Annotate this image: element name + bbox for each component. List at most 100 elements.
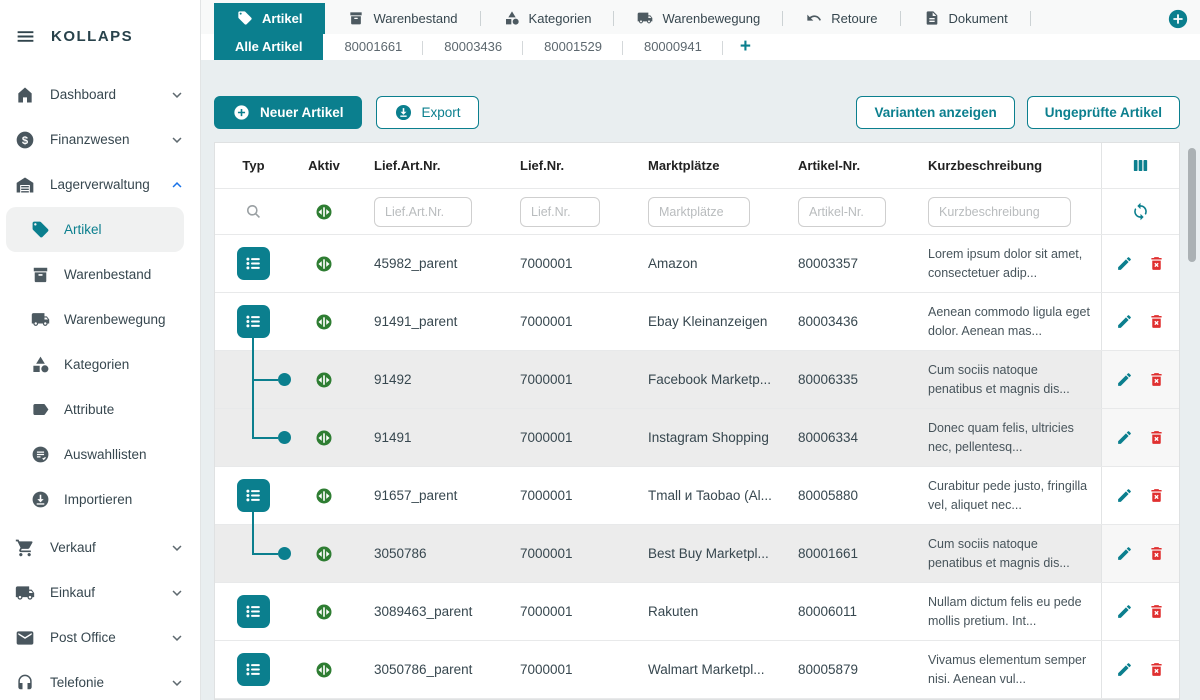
- lief-art-nr-cell: 3050786: [356, 525, 502, 582]
- sidebar-item-warenbestand[interactable]: Warenbestand: [0, 252, 200, 297]
- tab-retoure[interactable]: Retoure: [783, 3, 900, 34]
- col-header-lief-art-nr[interactable]: Lief.Art.Nr.: [356, 143, 502, 188]
- delete-icon[interactable]: [1148, 429, 1165, 446]
- tree-node-dot: [278, 431, 291, 444]
- sidebar-item-attribute[interactable]: Attribute: [0, 387, 200, 432]
- sidebar-item-verkauf[interactable]: Verkauf: [0, 525, 200, 570]
- sidebar: KOLLAPS Dashboard Finanzwesen Lagerverwa…: [0, 0, 201, 700]
- edit-icon[interactable]: [1116, 429, 1133, 446]
- filter-artikel-nr-input[interactable]: [798, 197, 886, 227]
- chevron-down-icon: [168, 584, 186, 602]
- lief-nr-cell: 7000001: [502, 293, 630, 350]
- delete-icon[interactable]: [1148, 603, 1165, 620]
- sidebar-item-telefonie[interactable]: Telefonie: [0, 660, 200, 700]
- chevron-up-icon: [168, 176, 186, 194]
- sidebar-item-warenbewegung[interactable]: Warenbewegung: [0, 297, 200, 342]
- chevron-down-icon: [168, 629, 186, 647]
- filter-marktplaetze-input[interactable]: [648, 197, 750, 227]
- sidebar-item-kategorien[interactable]: Kategorien: [0, 342, 200, 387]
- tab-alle-artikel[interactable]: Alle Artikel: [214, 34, 323, 60]
- table-row[interactable]: 91491_parent 7000001 Ebay Kleinanzeigen …: [215, 293, 1179, 351]
- article-type-icon[interactable]: [237, 653, 270, 686]
- delete-icon[interactable]: [1148, 545, 1165, 562]
- article-type-icon[interactable]: [237, 595, 270, 628]
- add-module-button[interactable]: [1167, 8, 1189, 30]
- refresh-icon[interactable]: [1131, 202, 1150, 221]
- filter-lief-nr-input[interactable]: [520, 197, 600, 227]
- sidebar-item-artikel[interactable]: Artikel: [6, 207, 184, 252]
- truck-icon: [31, 310, 50, 329]
- table-row[interactable]: 45982_parent 7000001 Amazon 80003357 Lor…: [215, 235, 1179, 293]
- edit-icon[interactable]: [1116, 255, 1133, 272]
- edit-icon[interactable]: [1116, 545, 1133, 562]
- delete-icon[interactable]: [1148, 487, 1165, 504]
- sidebar-item-einkauf[interactable]: Einkauf: [0, 570, 200, 615]
- tab-article-80000941[interactable]: 80000941: [623, 34, 723, 60]
- col-header-artikel-nr[interactable]: Artikel-Nr.: [780, 143, 916, 188]
- hamburger-menu-icon[interactable]: [15, 26, 36, 47]
- artikel-nr-cell: 80006334: [780, 409, 916, 466]
- export-button[interactable]: Export: [376, 96, 479, 129]
- tab-dokument[interactable]: Dokument: [901, 3, 1031, 34]
- unchecked-articles-button[interactable]: Ungeprüfte Artikel: [1027, 96, 1180, 129]
- lief-art-nr-cell: 3050786_parent: [356, 641, 502, 698]
- article-type-icon[interactable]: [237, 479, 270, 512]
- lief-nr-cell: 7000001: [502, 351, 630, 408]
- tag-icon: [31, 220, 50, 239]
- tab-kategorien[interactable]: Kategorien: [481, 3, 615, 34]
- artikel-nr-cell: 80006011: [780, 583, 916, 640]
- tab-artikel[interactable]: Artikel: [214, 3, 325, 34]
- search-icon[interactable]: [244, 202, 263, 221]
- delete-icon[interactable]: [1148, 371, 1165, 388]
- columns-settings-icon[interactable]: [1131, 156, 1150, 175]
- active-filter-toggle-icon[interactable]: [315, 203, 333, 221]
- active-status-icon: [315, 429, 333, 447]
- sidebar-item-dashboard[interactable]: Dashboard: [0, 72, 200, 117]
- sidebar-item-post-office[interactable]: Post Office: [0, 615, 200, 660]
- table-row-child[interactable]: 91492 7000001 Facebook Marketp... 800063…: [215, 351, 1179, 409]
- sidebar-item-importieren[interactable]: Importieren: [0, 477, 200, 522]
- edit-icon[interactable]: [1116, 603, 1133, 620]
- edit-icon[interactable]: [1116, 371, 1133, 388]
- table-row[interactable]: 91657_parent 7000001 Tmall и Taobao (Al.…: [215, 467, 1179, 525]
- delete-icon[interactable]: [1148, 255, 1165, 272]
- edit-icon[interactable]: [1116, 487, 1133, 504]
- sidebar-item-finanzwesen[interactable]: Finanzwesen: [0, 117, 200, 162]
- sidebar-header: KOLLAPS: [0, 0, 200, 72]
- edit-icon[interactable]: [1116, 661, 1133, 678]
- filter-lief-art-nr-input[interactable]: [374, 197, 472, 227]
- col-header-lief-nr[interactable]: Lief.Nr.: [502, 143, 630, 188]
- sidebar-item-lagerverwaltung[interactable]: Lagerverwaltung: [0, 162, 200, 207]
- col-header-typ[interactable]: Typ: [215, 143, 292, 188]
- table-row[interactable]: 3050786_parent 7000001 Walmart Marketpl.…: [215, 641, 1179, 699]
- vertical-scrollbar[interactable]: [1188, 148, 1196, 262]
- sidebar-item-auswahllisten[interactable]: Auswahllisten: [0, 432, 200, 477]
- col-header-marktplaetze[interactable]: Marktplätze: [630, 143, 780, 188]
- show-variants-button[interactable]: Varianten anzeigen: [856, 96, 1014, 129]
- warehouse-icon: [15, 175, 35, 195]
- table-row-child[interactable]: 91491 7000001 Instagram Shopping 8000633…: [215, 409, 1179, 467]
- table-row[interactable]: 3089463_parent 7000001 Rakuten 80006011 …: [215, 583, 1179, 641]
- edit-icon[interactable]: [1116, 313, 1133, 330]
- dollar-circle-icon: [15, 130, 35, 150]
- delete-icon[interactable]: [1148, 313, 1165, 330]
- new-article-button[interactable]: Neuer Artikel: [214, 96, 362, 129]
- col-header-aktiv[interactable]: Aktiv: [292, 143, 356, 188]
- lief-nr-cell: 7000001: [502, 409, 630, 466]
- tab-article-80001661[interactable]: 80001661: [323, 34, 423, 60]
- tab-article-80001529[interactable]: 80001529: [523, 34, 623, 60]
- module-tabbar: Artikel Warenbestand Kategorien Warenbew…: [201, 0, 1200, 34]
- table-row-child[interactable]: 3050786 7000001 Best Buy Marketpl... 800…: [215, 525, 1179, 583]
- tab-warenbestand[interactable]: Warenbestand: [325, 3, 480, 34]
- active-status-icon: [315, 661, 333, 679]
- article-type-icon[interactable]: [237, 247, 270, 280]
- lief-art-nr-cell: 91492: [356, 351, 502, 408]
- tab-warenbewegung[interactable]: Warenbewegung: [614, 3, 783, 34]
- article-type-icon[interactable]: [237, 305, 270, 338]
- tab-article-80003436[interactable]: 80003436: [423, 34, 523, 60]
- col-header-kurzbeschreibung[interactable]: Kurzbeschreibung: [916, 143, 1101, 188]
- label-icon: [31, 400, 50, 419]
- add-article-tab-button[interactable]: +: [723, 34, 768, 60]
- delete-icon[interactable]: [1148, 661, 1165, 678]
- filter-kurzbeschreibung-input[interactable]: [928, 197, 1071, 227]
